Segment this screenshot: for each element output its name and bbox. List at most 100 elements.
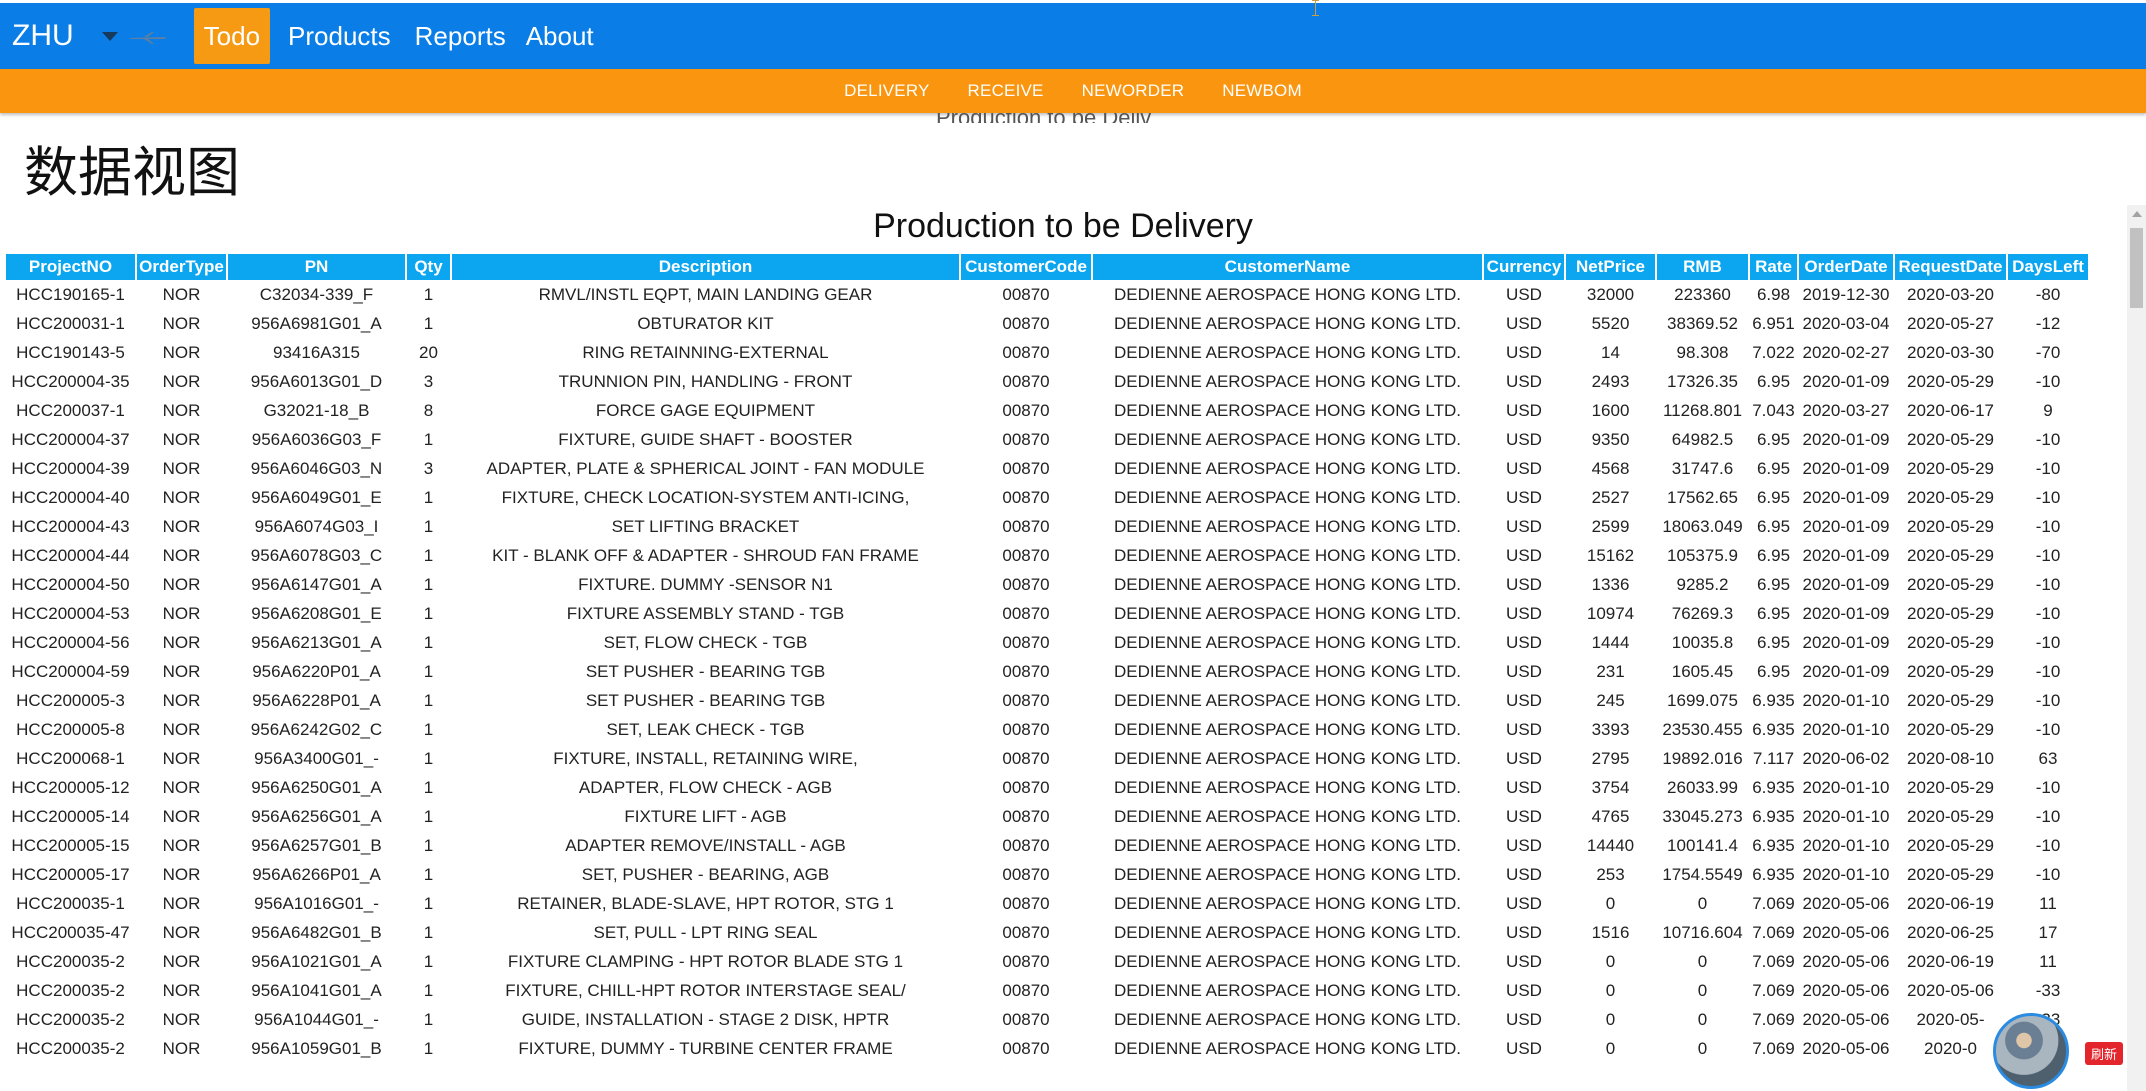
table-cell-orderdate: 2020-06-02 (1802, 748, 1890, 768)
table-row[interactable]: HCC200004-59 NOR 956A6220P01_A 1 SET PUSHER … (6, 657, 2088, 686)
table-cell-customername: DEDIENNE AEROSPACE HONG KONG LTD. (1114, 980, 1461, 1000)
column-header[interactable]: RequestDate (1895, 254, 2006, 280)
column-header[interactable]: OrderDate (1799, 254, 1893, 280)
table-cell-projectno: HCC200035-1 (16, 893, 125, 913)
table-row[interactable]: HCC200035-2 NOR 956A1021G01_A 1 FIXTURE CLAM… (6, 947, 2088, 976)
table-row[interactable]: HCC200005-3 NOR 956A6228P01_A 1 SET PUSHER -… (6, 686, 2088, 715)
table-cell-currency: USD (1506, 313, 1542, 333)
table-cell-netprice: 3393 (1591, 719, 1630, 739)
scroll-up-arrow-icon[interactable] (2131, 211, 2142, 217)
subnav-receive[interactable]: RECEIVE (968, 81, 1044, 101)
column-header[interactable]: DaysLeft (2008, 254, 2088, 280)
table-cell-rmb: 9285.2 (1676, 574, 1729, 594)
table-cell-currency: USD (1506, 1009, 1542, 1029)
table-cell-customercode: 00870 (1002, 458, 1050, 478)
table-cell-netprice: 2599 (1591, 516, 1630, 536)
table-row[interactable]: HCC200035-2 NOR 956A1059G01_B 1 FIXTURE, DUM… (6, 1034, 2088, 1063)
table-cell-projectno: HCC200004-50 (11, 574, 130, 594)
table-cell-netprice: 0 (1605, 980, 1616, 1000)
avatar[interactable] (1993, 1013, 2069, 1089)
nav-about[interactable]: About (516, 8, 604, 64)
table-cell-projectno: HCC200005-12 (11, 777, 130, 797)
table-cell-customername: DEDIENNE AEROSPACE HONG KONG LTD. (1114, 661, 1461, 681)
table-row[interactable]: HCC200004-35 NOR 956A6013G01_D 3 TRUNNION PI… (6, 367, 2088, 396)
table-cell-netprice: 231 (1596, 661, 1625, 681)
table-row[interactable]: HCC200035-47 NOR 956A6482G01_B 1 SET, PULL -… (6, 918, 2088, 947)
brand-label[interactable]: ZHU (12, 19, 74, 53)
column-header[interactable]: CustomerCode (961, 254, 1091, 280)
table-row[interactable]: HCC200005-15 NOR 956A6257G01_B 1 ADAPTER REM… (6, 831, 2088, 860)
table-cell-projectno: HCC200005-14 (11, 806, 130, 826)
table-cell-rate: 6.95 (1756, 632, 1791, 652)
table-cell-qty: 1 (423, 574, 434, 594)
table-cell-pn: 956A6036G03_F (251, 429, 382, 449)
table-cell-pn: G32021-18_B (263, 400, 370, 420)
table-cell-rmb: 0 (1697, 893, 1708, 913)
table-cell-rate: 6.98 (1756, 284, 1791, 304)
column-header[interactable]: Rate (1750, 254, 1797, 280)
table-row[interactable]: HCC200037-1 NOR G32021-18_B 8 FORCE GAGE EQU… (6, 396, 2088, 425)
column-header[interactable]: Description (452, 254, 959, 280)
table-row[interactable]: HCC200004-50 NOR 956A6147G01_A 1 FIXTURE. DU… (6, 570, 2088, 599)
brand[interactable]: ZHU (12, 19, 168, 53)
table-row[interactable]: HCC200005-8 NOR 956A6242G02_C 1 SET, LEAK CH… (6, 715, 2088, 744)
table-cell-pn: 956A6228P01_A (252, 690, 381, 710)
table-cell-daysleft: -10 (2035, 719, 2061, 739)
table-row[interactable]: HCC200004-44 NOR 956A6078G03_C 1 KIT - BLANK… (6, 541, 2088, 570)
table-row[interactable]: HCC200035-1 NOR 956A1016G01_- 1 RETAINER, BL… (6, 889, 2088, 918)
table-cell-requestdate: 2020-05-29 (1907, 458, 1994, 478)
table-caption: Production to be Delivery (873, 207, 1253, 245)
table-cell-rate: 6.95 (1756, 429, 1791, 449)
column-header[interactable]: Qty (407, 254, 450, 280)
table-cell-customercode: 00870 (1002, 1009, 1050, 1029)
table-row[interactable]: HCC190165-1 NOR C32034-339_F 1 RMVL/INSTL EQ… (6, 280, 2088, 309)
table-cell-daysleft: -10 (2035, 603, 2061, 623)
column-header[interactable]: CustomerName (1093, 254, 1482, 280)
table-cell-customername: DEDIENNE AEROSPACE HONG KONG LTD. (1114, 922, 1461, 942)
table-row[interactable]: HCC200004-37 NOR 956A6036G03_F 1 FIXTURE, GU… (6, 425, 2088, 454)
table-cell-description: SET PUSHER - BEARING TGB (585, 690, 826, 710)
subnav-neworder[interactable]: NEWORDER (1082, 81, 1185, 101)
table-row[interactable]: HCC200031-1 NOR 956A6981G01_A 1 OBTURATOR KI… (6, 309, 2088, 338)
table-row[interactable]: HCC200005-12 NOR 956A6250G01_A 1 ADAPTER, FL… (6, 773, 2088, 802)
refresh-button[interactable]: 刷新 (2085, 1042, 2124, 1065)
table-cell-projectno: HCC200035-2 (16, 1009, 125, 1029)
table-row[interactable]: HCC200004-43 NOR 956A6074G03_I 1 SET LIFTING… (6, 512, 2088, 541)
table-row[interactable]: HCC200068-1 NOR 956A3400G01_- 1 FIXTURE, INS… (6, 744, 2088, 773)
table-cell-daysleft: -10 (2035, 574, 2061, 594)
nav-reports[interactable]: Reports (405, 8, 516, 64)
table-cell-pn: 956A6981G01_A (251, 313, 382, 333)
column-header[interactable]: NetPrice (1566, 254, 1655, 280)
table-row[interactable]: HCC190143-5 NOR 93416A315 20 RING RETAINNING… (6, 338, 2088, 367)
table-row[interactable]: HCC200004-40 NOR 956A6049G01_E 1 FIXTURE, CH… (6, 483, 2088, 512)
table-cell-description: FIXTURE LIFT - AGB (624, 806, 787, 826)
table-cell-daysleft: -10 (2035, 632, 2061, 652)
nav-todo[interactable]: Todo (193, 8, 271, 64)
table-cell-rmb: 10035.8 (1671, 632, 1734, 652)
nav-products[interactable]: Products (278, 8, 401, 64)
scrollbar-thumb[interactable] (2130, 228, 2143, 308)
table-row[interactable]: HCC200035-2 NOR 956A1044G01_- 1 GUIDE, INSTA… (6, 1005, 2088, 1034)
table-cell-netprice: 32000 (1586, 284, 1635, 304)
table-row[interactable]: HCC200005-17 NOR 956A6266P01_A 1 SET, PUSHER… (6, 860, 2088, 889)
column-header[interactable]: OrderType (137, 254, 226, 280)
column-header[interactable]: PN (228, 254, 405, 280)
subnav-delivery[interactable]: DELIVERY (844, 81, 929, 101)
caret-down-icon[interactable] (101, 31, 118, 41)
table-cell-pn: 956A6482G01_B (251, 922, 382, 942)
table-cell-rate: 7.069 (1752, 893, 1795, 913)
subnav-newbom[interactable]: NEWBOM (1222, 81, 1302, 101)
table-row[interactable]: HCC200005-14 NOR 956A6256G01_A 1 FIXTURE LIF… (6, 802, 2088, 831)
column-header[interactable]: Currency (1484, 254, 1564, 280)
table-cell-customercode: 00870 (1002, 690, 1050, 710)
table-row[interactable]: HCC200004-39 NOR 956A6046G03_N 3 ADAPTER, PL… (6, 454, 2088, 483)
table-cell-netprice: 245 (1596, 690, 1625, 710)
table-cell-customercode: 00870 (1002, 864, 1050, 884)
table-row[interactable]: HCC200035-2 NOR 956A1041G01_A 1 FIXTURE, CHI… (6, 976, 2088, 1005)
vertical-scrollbar[interactable] (2127, 205, 2146, 1091)
table-row[interactable]: HCC200004-56 NOR 956A6213G01_A 1 SET, FLOW C… (6, 628, 2088, 657)
table-row[interactable]: HCC200004-53 NOR 956A6208G01_E 1 FIXTURE ASS… (6, 599, 2088, 628)
column-header[interactable]: RMB (1657, 254, 1748, 280)
column-header[interactable]: ProjectNO (6, 254, 135, 280)
table-cell-requestdate: 2020-06-19 (1907, 951, 1994, 971)
